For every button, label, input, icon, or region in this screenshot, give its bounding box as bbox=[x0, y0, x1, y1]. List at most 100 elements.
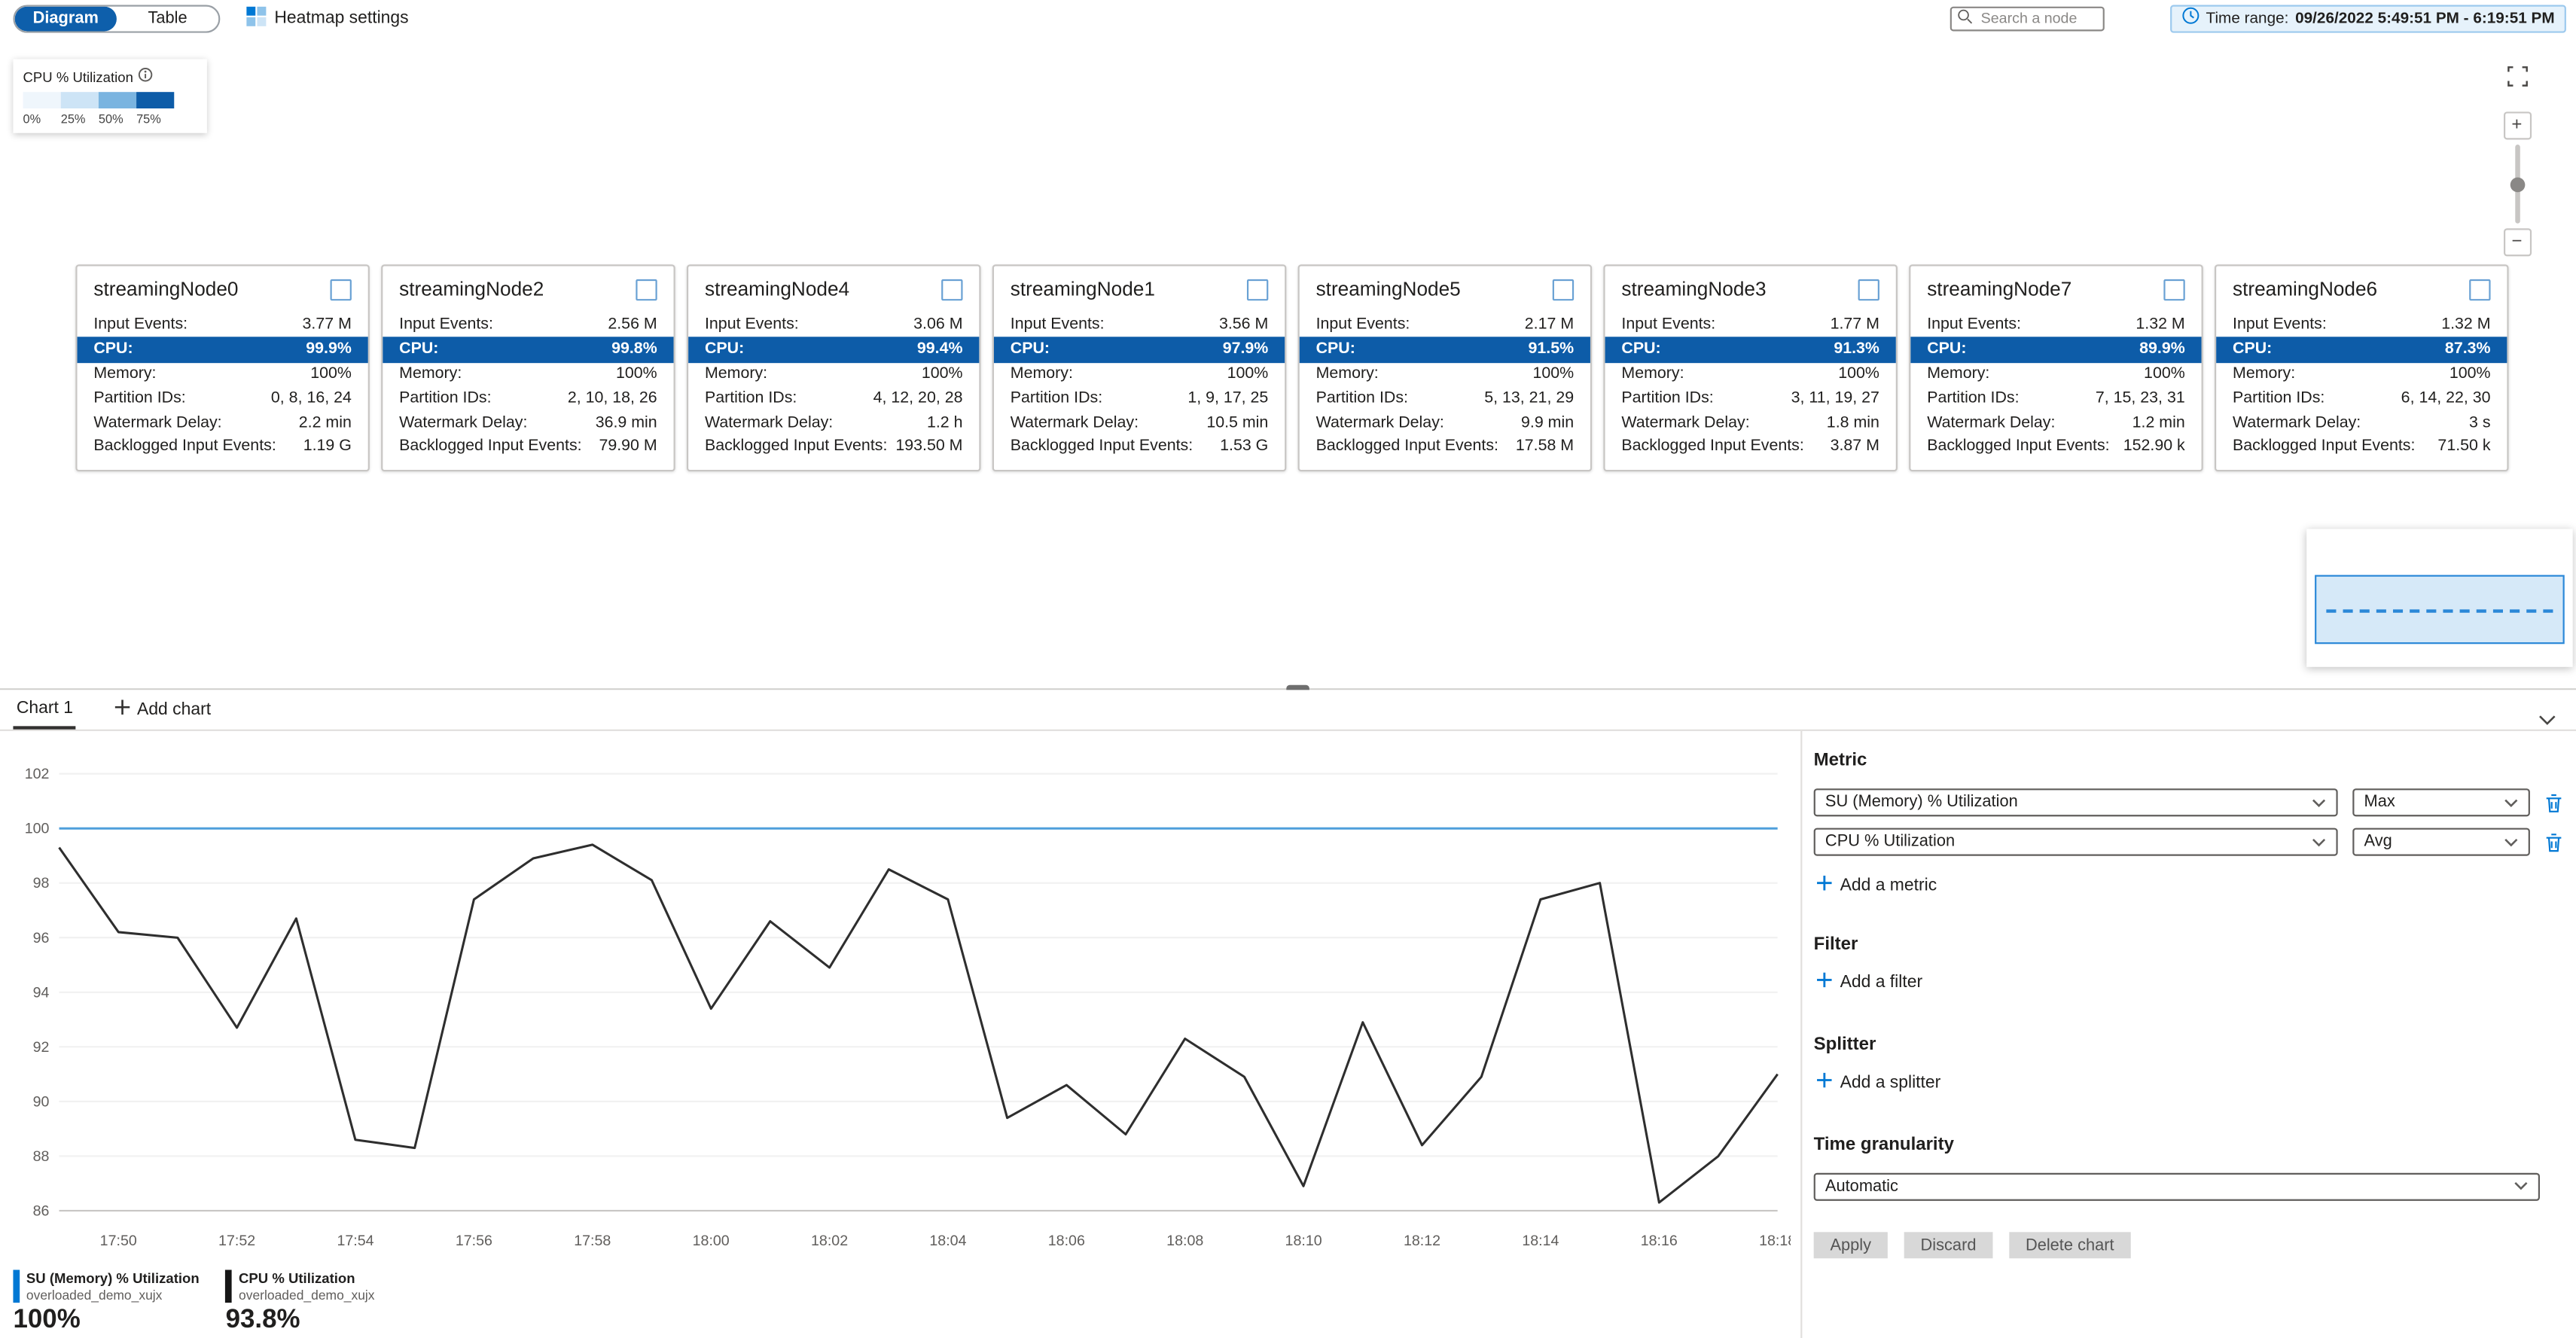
diagram-toggle-button[interactable]: Diagram bbox=[15, 6, 117, 31]
delete-metric-icon[interactable] bbox=[2545, 793, 2563, 812]
node-card[interactable]: streamingNode4Input Events:3.06 MCPU:99.… bbox=[687, 264, 981, 471]
chart-legend-item: CPU % Utilizationoverloaded_demo_xujx93.… bbox=[226, 1269, 375, 1335]
svg-text:18:02: 18:02 bbox=[811, 1233, 848, 1249]
node-field-backlogged: Backlogged Input Events:193.50 M bbox=[688, 434, 979, 459]
minimap-viewport[interactable] bbox=[2315, 575, 2565, 645]
node-checkbox[interactable] bbox=[636, 279, 657, 300]
discard-button[interactable]: Discard bbox=[1904, 1232, 1993, 1258]
svg-text:17:54: 17:54 bbox=[337, 1233, 373, 1249]
plus-icon bbox=[1817, 1073, 1832, 1093]
node-field-memory: Memory:100% bbox=[1910, 362, 2201, 386]
time-range-label: Time range: bbox=[2206, 9, 2289, 27]
cpu-utilization-legend: CPU % Utilization 0%25%50%75% bbox=[13, 59, 206, 133]
node-card[interactable]: streamingNode1Input Events:3.56 MCPU:97.… bbox=[992, 264, 1287, 471]
add-filter-button[interactable]: Add a filter bbox=[1817, 973, 1922, 992]
zoom-controls: + − bbox=[2504, 66, 2530, 256]
node-title: streamingNode5 bbox=[1316, 278, 1461, 301]
legend-stop-label: 50% bbox=[99, 111, 136, 126]
node-field-backlogged: Backlogged Input Events:152.90 k bbox=[1910, 434, 2201, 459]
legend-stop-label: 75% bbox=[136, 111, 174, 126]
zoom-in-button[interactable]: + bbox=[2503, 111, 2531, 139]
node-title: streamingNode3 bbox=[1621, 278, 1766, 301]
node-field-watermark_delay: Watermark Delay:36.9 min bbox=[383, 410, 673, 434]
svg-text:100: 100 bbox=[25, 821, 50, 837]
apply-button[interactable]: Apply bbox=[1814, 1232, 1888, 1258]
node-field-watermark_delay: Watermark Delay:1.8 min bbox=[1605, 410, 1896, 434]
node-checkbox[interactable] bbox=[2163, 279, 2184, 300]
node-search bbox=[1950, 6, 2104, 31]
node-field-memory: Memory:100% bbox=[994, 362, 1285, 386]
legend-stop-label: 0% bbox=[23, 111, 61, 126]
plus-icon bbox=[116, 699, 131, 719]
node-card[interactable]: streamingNode2Input Events:2.56 MCPU:99.… bbox=[381, 264, 675, 471]
svg-text:18:16: 18:16 bbox=[1641, 1233, 1678, 1249]
nodes-row: streamingNode0Input Events:3.77 MCPU:99.… bbox=[75, 264, 2508, 471]
fit-to-screen-icon[interactable] bbox=[2506, 66, 2527, 95]
svg-text:98: 98 bbox=[33, 875, 50, 891]
aggregation-select[interactable]: Max bbox=[2352, 788, 2530, 816]
node-field-input_events: Input Events:1.77 M bbox=[1605, 312, 1896, 337]
info-icon bbox=[138, 67, 153, 85]
zoom-slider[interactable] bbox=[2504, 145, 2529, 224]
node-checkbox[interactable] bbox=[2469, 279, 2490, 300]
zoom-slider-handle[interactable] bbox=[2510, 177, 2525, 192]
node-field-backlogged: Backlogged Input Events:71.50 k bbox=[2216, 434, 2507, 459]
app-window: Diagram Table Heatmap settings Time rang… bbox=[0, 0, 2576, 1338]
zoom-out-button[interactable]: − bbox=[2503, 228, 2531, 256]
collapse-panel-chevron-icon[interactable] bbox=[2538, 705, 2556, 734]
node-field-backlogged: Backlogged Input Events:1.53 G bbox=[994, 434, 1285, 459]
metric-row: SU (Memory) % Utilization Max bbox=[1814, 788, 2563, 816]
time-granularity-select[interactable]: Automatic bbox=[1814, 1173, 2540, 1201]
node-checkbox[interactable] bbox=[1247, 279, 1268, 300]
heatmap-icon bbox=[246, 6, 266, 31]
time-range-picker[interactable]: Time range: 09/26/2022 5:49:51 PM - 6:19… bbox=[2170, 4, 2566, 32]
node-checkbox[interactable] bbox=[331, 279, 352, 300]
svg-text:17:58: 17:58 bbox=[574, 1233, 611, 1249]
metric-select[interactable]: CPU % Utilization bbox=[1814, 828, 2338, 856]
node-field-input_events: Input Events:1.32 M bbox=[1910, 312, 2201, 337]
search-input[interactable] bbox=[1977, 8, 2097, 28]
node-field-cpu: CPU:91.3% bbox=[1605, 336, 1896, 362]
tab-chart-1[interactable]: Chart 1 bbox=[13, 690, 76, 729]
node-field-backlogged: Backlogged Input Events:79.90 M bbox=[383, 434, 673, 459]
svg-text:96: 96 bbox=[33, 930, 50, 946]
time-range-value: 09/26/2022 5:49:51 PM - 6:19:51 PM bbox=[2295, 9, 2555, 27]
svg-text:18:18: 18:18 bbox=[1759, 1233, 1791, 1249]
minimap-nodes-line bbox=[2326, 609, 2553, 612]
diagram-canvas[interactable]: CPU % Utilization 0%25%50%75% streamingN… bbox=[0, 36, 2576, 688]
node-field-partition_ids: Partition IDs:0, 8, 16, 24 bbox=[78, 386, 368, 410]
svg-text:18:00: 18:00 bbox=[693, 1233, 730, 1249]
metric-heading: Metric bbox=[1814, 751, 2563, 770]
node-field-cpu: CPU:99.8% bbox=[383, 336, 673, 362]
add-chart-label: Add chart bbox=[137, 699, 211, 719]
filter-heading: Filter bbox=[1814, 934, 2563, 954]
node-card[interactable]: streamingNode7Input Events:1.32 MCPU:89.… bbox=[1909, 264, 2203, 471]
minimap[interactable] bbox=[2306, 529, 2572, 667]
aggregation-select[interactable]: Avg bbox=[2352, 828, 2530, 856]
add-splitter-button[interactable]: Add a splitter bbox=[1817, 1073, 1940, 1093]
splitter-heading: Splitter bbox=[1814, 1035, 2563, 1055]
node-card[interactable]: streamingNode0Input Events:3.77 MCPU:99.… bbox=[75, 264, 370, 471]
node-field-watermark_delay: Watermark Delay:10.5 min bbox=[994, 410, 1285, 434]
node-card[interactable]: streamingNode3 Input Events:1.77 MCPU:91.… bbox=[1603, 264, 1898, 471]
add-metric-button[interactable]: Add a metric bbox=[1817, 876, 1937, 895]
node-checkbox[interactable] bbox=[1553, 279, 1574, 300]
node-checkbox[interactable] bbox=[941, 279, 962, 300]
node-card[interactable]: streamingNode6Input Events:1.32 MCPU:87.… bbox=[2215, 264, 2509, 471]
node-checkbox[interactable] bbox=[1858, 279, 1879, 300]
heatmap-settings-button[interactable]: Heatmap settings bbox=[246, 6, 408, 31]
time-granularity-heading: Time granularity bbox=[1814, 1135, 2563, 1155]
plus-icon bbox=[1817, 876, 1832, 895]
chart-action-buttons: Apply Discard Delete chart bbox=[1814, 1232, 2563, 1258]
chevron-down-icon bbox=[2514, 1178, 2529, 1196]
delete-metric-icon[interactable] bbox=[2545, 832, 2563, 852]
metric-select[interactable]: SU (Memory) % Utilization bbox=[1814, 788, 2338, 816]
chart-legend-item: SU (Memory) % Utilizationoverloaded_demo… bbox=[13, 1269, 199, 1335]
node-field-memory: Memory:100% bbox=[1300, 362, 1590, 386]
node-card[interactable]: streamingNode5Input Events:2.17 MCPU:91.… bbox=[1298, 264, 1593, 471]
node-field-input_events: Input Events:3.06 M bbox=[688, 312, 979, 337]
delete-chart-button[interactable]: Delete chart bbox=[2009, 1232, 2130, 1258]
node-field-partition_ids: Partition IDs:4, 12, 20, 28 bbox=[688, 386, 979, 410]
add-chart-button[interactable]: Add chart bbox=[116, 699, 211, 719]
table-toggle-button[interactable]: Table bbox=[117, 6, 218, 31]
